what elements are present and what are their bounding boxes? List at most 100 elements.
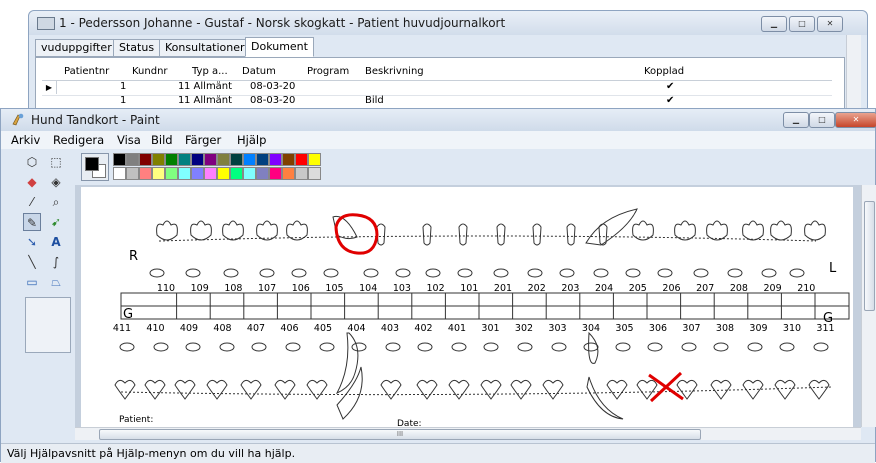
minimize-button[interactable]: ▁	[761, 16, 787, 32]
palette-swatch[interactable]	[165, 153, 178, 166]
palette-swatch[interactable]	[139, 153, 152, 166]
vertical-scroll-thumb[interactable]	[864, 201, 875, 311]
airbrush-icon[interactable]: ➘	[23, 233, 41, 251]
palette-swatch[interactable]	[139, 167, 152, 180]
upper-tooth	[286, 220, 308, 241]
tab-status[interactable]: Status	[113, 39, 161, 57]
current-colors[interactable]	[81, 153, 109, 181]
palette-swatch[interactable]	[243, 167, 256, 180]
col-kopplad[interactable]: Kopplad	[644, 66, 684, 77]
text-icon[interactable]: A	[47, 233, 65, 251]
palette-swatch[interactable]	[152, 153, 165, 166]
close-button[interactable]: ✕	[817, 16, 843, 32]
lower-tooth	[144, 379, 166, 400]
upper-tooth	[742, 220, 764, 241]
minimize-button[interactable]: ▁	[783, 112, 809, 128]
palette-swatch[interactable]	[113, 167, 126, 180]
palette-swatch[interactable]	[204, 153, 217, 166]
tooth-number: 202	[527, 283, 546, 294]
lower-occlusal-tooth	[451, 342, 467, 352]
menu-bild[interactable]: Bild	[151, 133, 173, 147]
palette-swatch[interactable]	[178, 167, 191, 180]
palette-swatch[interactable]	[295, 153, 308, 166]
tooth-number: 411	[112, 323, 132, 334]
palette-swatch[interactable]	[191, 153, 204, 166]
paint-app-icon	[12, 113, 24, 126]
palette-swatch[interactable]	[217, 167, 230, 180]
palette-swatch[interactable]	[282, 167, 295, 180]
eraser-icon[interactable]: ◆	[23, 173, 41, 191]
fill-icon[interactable]: ◈	[47, 173, 65, 191]
palette-swatch[interactable]	[113, 153, 126, 166]
lower-tooth	[114, 379, 136, 400]
lower-tooth	[742, 379, 764, 400]
col-patientnr[interactable]: Patientnr	[64, 66, 109, 77]
upper-incisor	[532, 223, 542, 246]
row-selector-icon[interactable]: ▶	[42, 81, 57, 94]
lower-tooth	[274, 379, 296, 400]
rectangle-icon[interactable]: ▭	[23, 273, 41, 291]
palette-swatch[interactable]	[126, 167, 139, 180]
magnifier-icon[interactable]: ⌕	[47, 193, 65, 211]
color-picker-icon[interactable]: ⁄	[23, 193, 41, 211]
palette-swatch[interactable]	[269, 167, 282, 180]
upper-occlusal-tooth	[395, 268, 411, 278]
foreground-color-swatch[interactable]	[85, 157, 99, 171]
palette-swatch[interactable]	[178, 153, 191, 166]
palette-swatch[interactable]	[282, 153, 295, 166]
lower-occlusal-tooth	[251, 342, 267, 352]
canvas-vertical-scrollbar[interactable]	[861, 185, 876, 427]
palette-swatch[interactable]	[165, 167, 178, 180]
drawing-canvas[interactable]: R L 110 109 108 107 106 105 104 103 102 101 201 202…	[81, 187, 853, 427]
col-beskrivning[interactable]: Beskrivning	[365, 66, 424, 77]
palette-swatch[interactable]	[256, 167, 269, 180]
tooth-number: 403	[380, 323, 400, 334]
pencil-icon[interactable]: ✎	[23, 213, 41, 231]
col-datum[interactable]: Datum	[242, 66, 276, 77]
col-typ[interactable]: Typ a...	[192, 66, 228, 77]
upper-occlusal-tooth	[259, 268, 275, 278]
free-select-icon[interactable]: ⬡	[23, 153, 41, 171]
palette-swatch[interactable]	[230, 167, 243, 180]
menu-redigera[interactable]: Redigera	[53, 133, 104, 147]
tab-konsultationer[interactable]: Konsultationer	[159, 39, 251, 57]
col-kundnr[interactable]: Kundnr	[132, 66, 168, 77]
palette-swatch[interactable]	[269, 153, 282, 166]
brush-icon[interactable]: ➹	[47, 213, 65, 231]
menu-visa[interactable]: Visa	[117, 133, 141, 147]
palette-swatch[interactable]	[256, 153, 269, 166]
palette-swatch[interactable]	[295, 167, 308, 180]
maximize-button[interactable]: □	[789, 16, 815, 32]
tooth-number: 204	[595, 283, 614, 294]
upper-occlusal-tooth	[559, 268, 575, 278]
palette-swatch[interactable]	[126, 153, 139, 166]
menu-farger[interactable]: Färger	[185, 133, 221, 147]
palette-swatch[interactable]	[308, 167, 321, 180]
lower-occlusal-tooth	[551, 342, 567, 352]
palette-swatch[interactable]	[243, 153, 256, 166]
palette-swatch[interactable]	[217, 153, 230, 166]
curve-icon[interactable]: ∫	[47, 253, 65, 271]
tool-options[interactable]	[25, 297, 71, 353]
canvas-horizontal-scrollbar[interactable]: III	[75, 427, 861, 440]
horizontal-scroll-thumb[interactable]: III	[99, 429, 701, 440]
line-icon[interactable]: ╲	[23, 253, 41, 271]
menu-arkiv[interactable]: Arkiv	[11, 133, 40, 147]
upper-tooth	[706, 220, 728, 241]
palette-swatch[interactable]	[308, 153, 321, 166]
tab-huvuduppgifter[interactable]: vuduppgifter	[35, 39, 118, 57]
menu-hjalp[interactable]: Hjälp	[237, 133, 266, 147]
col-program[interactable]: Program	[307, 66, 349, 77]
palette-swatch[interactable]	[152, 167, 165, 180]
close-button[interactable]: ✕	[835, 112, 876, 128]
status-bar: Välj Hjälpavsnitt på Hjälp-menyn om du v…	[1, 443, 875, 463]
palette-swatch[interactable]	[230, 153, 243, 166]
tooth-number: 210	[797, 283, 816, 294]
rect-select-icon[interactable]: ⬚	[47, 153, 65, 171]
polygon-icon[interactable]: ⏢	[47, 273, 65, 291]
maximize-button[interactable]: □	[809, 112, 835, 128]
palette-swatch[interactable]	[204, 167, 217, 180]
table-row[interactable]: ▶ 1 1 1 Allmänt 08-03-20 ✔	[42, 81, 832, 96]
tab-dokument[interactable]: Dokument	[245, 37, 314, 57]
palette-swatch[interactable]	[191, 167, 204, 180]
